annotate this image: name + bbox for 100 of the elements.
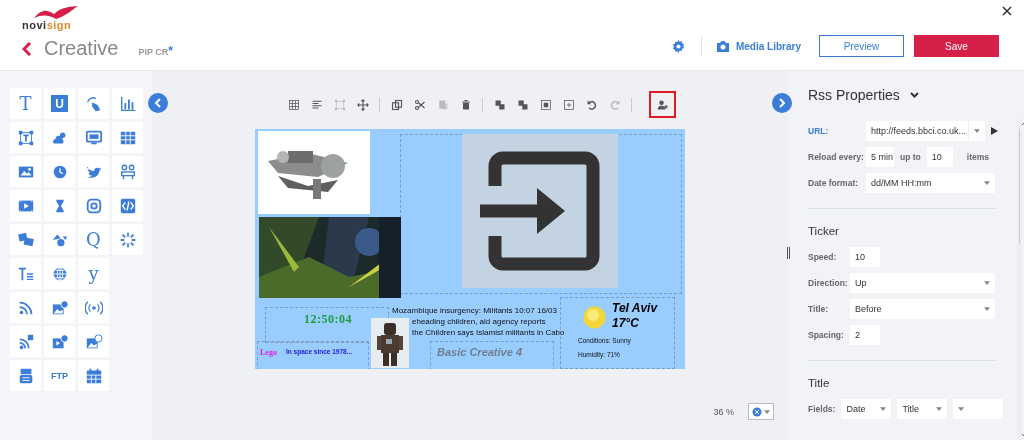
align-icon: [310, 98, 323, 111]
tool-button[interactable]: [78, 88, 109, 119]
tool-button[interactable]: [44, 122, 75, 153]
monitor-icon: [84, 128, 103, 147]
tool-button[interactable]: [78, 122, 109, 153]
code-icon: [118, 196, 137, 215]
sun-icon: [583, 306, 606, 329]
unsaved-mark: *: [168, 44, 173, 58]
frame-icon: [333, 98, 346, 111]
tool-button[interactable]: [78, 360, 109, 391]
field-label: items: [966, 152, 989, 162]
tool-button[interactable]: Q: [78, 224, 109, 255]
tool-button[interactable]: [10, 326, 41, 357]
tool-button[interactable]: y: [78, 258, 109, 289]
web-video-icon: [50, 332, 69, 351]
select-field[interactable]: Date: [841, 399, 892, 419]
select-field[interactable]: Up: [850, 273, 995, 293]
input-field[interactable]: 10: [850, 247, 880, 267]
tool-button[interactable]: [44, 292, 75, 323]
zoom-dropdown[interactable]: [748, 403, 774, 420]
back-icon[interactable]: [22, 41, 32, 56]
ticker-line: eheading children, aid agency reports: [412, 317, 546, 327]
tool-button[interactable]: [44, 156, 75, 187]
weather-temperature: 17°C: [612, 316, 639, 330]
reload-field[interactable]: 5 min: [866, 147, 894, 167]
save-button[interactable]: Save: [914, 35, 999, 57]
date-format-select[interactable]: dd/MM HH:mm: [866, 173, 995, 193]
media-library-button[interactable]: Media Library: [715, 40, 801, 52]
people-icon: [118, 162, 137, 181]
select-field[interactable]: Before: [850, 299, 995, 319]
chevron-right-icon: [778, 98, 786, 108]
tool-button[interactable]: [10, 224, 41, 255]
field-label: URL:: [808, 126, 830, 136]
tool-button[interactable]: [112, 88, 143, 119]
field-label: Spacing:: [808, 330, 844, 340]
tool-button[interactable]: [10, 122, 41, 153]
caption-text: Basic Creative 4: [437, 346, 522, 358]
undo-icon: [585, 98, 598, 111]
tool-button[interactable]: [10, 190, 41, 221]
grid-icon: [287, 98, 300, 111]
loader-icon: [118, 230, 137, 249]
tool-button[interactable]: [112, 190, 143, 221]
forward-icon: [539, 98, 552, 111]
tool-button[interactable]: [10, 360, 41, 391]
chevron-down-icon[interactable]: [909, 92, 919, 98]
backward-icon: [562, 98, 575, 111]
url-dropdown[interactable]: [968, 121, 985, 141]
caret-icon: [936, 407, 943, 411]
tool-button[interactable]: [112, 224, 143, 255]
tool-button[interactable]: T: [10, 88, 41, 119]
tool-button[interactable]: [44, 224, 75, 255]
tool-button[interactable]: U: [44, 88, 75, 119]
tool-button[interactable]: [10, 156, 41, 187]
collapse-left-button[interactable]: [148, 93, 168, 113]
items-field[interactable]: 10: [926, 147, 953, 167]
tool-button[interactable]: [44, 326, 75, 357]
tool-button[interactable]: [78, 156, 109, 187]
calendar-icon: [84, 366, 103, 385]
tool-button[interactable]: [10, 258, 41, 289]
text-frame-icon: [16, 128, 35, 147]
play-icon[interactable]: [991, 127, 998, 135]
tool-button[interactable]: [44, 190, 75, 221]
broadcast-icon: [84, 298, 103, 317]
tool-button[interactable]: [78, 326, 109, 357]
tool-button[interactable]: [44, 258, 75, 289]
ticker-line: Mozambique insurgency: Militants 10:07 16/03: [392, 306, 557, 316]
section-heading: Ticker: [808, 225, 840, 237]
caret-icon: [974, 129, 980, 133]
tool-button[interactable]: [78, 190, 109, 221]
text-title: Lego: [260, 348, 277, 357]
select-field[interactable]: [953, 399, 1004, 419]
clock-text: 12:50:04: [303, 312, 353, 327]
cut-icon: [413, 98, 426, 111]
add-user-icon: [656, 98, 669, 111]
scrollbar[interactable]: [1017, 119, 1022, 440]
preview-button[interactable]: Preview: [819, 35, 904, 57]
url-field[interactable]: http://feeds.bbci.co.uk...: [866, 121, 968, 141]
caret-icon: [984, 181, 990, 185]
settings-icon[interactable]: [671, 39, 685, 53]
design-canvas[interactable]: [255, 129, 685, 369]
caret-icon: [958, 407, 965, 411]
tool-button[interactable]: [112, 122, 143, 153]
section-heading: Title: [808, 377, 831, 389]
tool-button[interactable]: [112, 156, 143, 187]
tool-button[interactable]: FTP: [44, 360, 75, 391]
panel-title: Rss Properties: [808, 87, 900, 103]
field-label: Title:: [808, 304, 830, 314]
close-icon[interactable]: [1002, 6, 1012, 16]
select-field[interactable]: Title: [897, 399, 948, 419]
back-icon: [516, 98, 529, 111]
input-field[interactable]: 2: [850, 325, 880, 345]
caret-icon: [880, 407, 887, 411]
tool-button[interactable]: [10, 292, 41, 323]
image-ad-icon: [84, 332, 103, 351]
redo-icon: [608, 98, 621, 111]
collapse-right-button[interactable]: [772, 93, 792, 113]
add-user-button[interactable]: [649, 91, 676, 118]
logo: novisign: [22, 6, 82, 31]
camera-icon: [84, 196, 103, 215]
tool-button[interactable]: [78, 292, 109, 323]
